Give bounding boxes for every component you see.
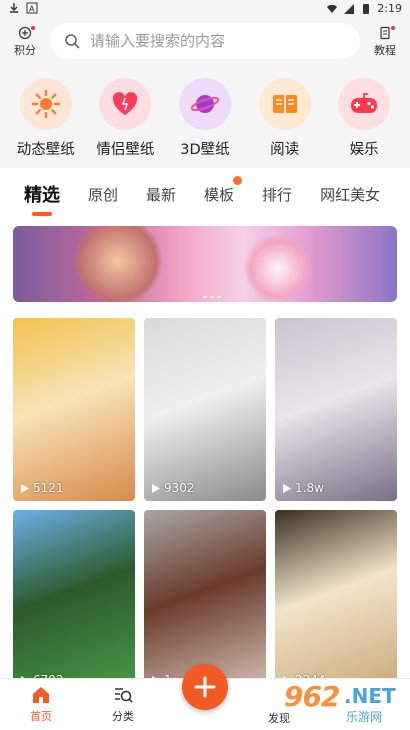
tab-original[interactable]: 原创 [88, 184, 118, 205]
category-icon-bg [19, 78, 72, 130]
category-label: 娱乐 [349, 142, 379, 158]
view-count-label: 9302 [164, 481, 195, 495]
category-label: 3D壁纸 [180, 142, 230, 158]
points-icon [18, 26, 32, 40]
watermark-suffix: .NET [344, 684, 396, 708]
category-label: 动态壁纸 [16, 142, 75, 158]
notification-dot [391, 26, 395, 30]
nav-home-label: 首页 [30, 710, 52, 723]
status-bar: A 2:19 [0, 0, 410, 18]
wallpaper-card[interactable]: 1.8w [275, 318, 397, 501]
watermark-number: 962 [284, 680, 340, 713]
notification-dot [31, 26, 35, 30]
book-icon [272, 95, 297, 113]
add-button[interactable] [182, 664, 228, 710]
watermark-sub: 乐游网 [346, 710, 383, 724]
wifi-icon [327, 4, 338, 13]
a-icon: A [26, 2, 38, 14]
hot-badge [233, 175, 243, 185]
points-button[interactable]: 积分 [10, 26, 40, 58]
tutorial-button[interactable]: 教程 [370, 26, 400, 58]
wallpaper-card[interactable]: 5121 [13, 318, 135, 501]
header: 积分 教程 [0, 18, 410, 68]
nav-home[interactable]: 首页 [21, 685, 61, 724]
tutorial-label: 教程 [374, 44, 396, 57]
category-live-wallpaper[interactable]: 动态壁纸 [10, 78, 82, 168]
category-icon-bg [178, 78, 231, 130]
search-bar[interactable] [50, 23, 360, 59]
play-icon [21, 483, 29, 493]
view-count: 1.8w [283, 481, 324, 495]
category-icon-bg [258, 78, 311, 130]
category-search-icon [115, 688, 133, 703]
category-3d-wallpaper[interactable]: 3D壁纸 [169, 78, 241, 168]
category-entertainment[interactable]: 娱乐 [328, 78, 400, 168]
app-screen: A 2:19 积分 教程 动态壁纸 [0, 0, 410, 730]
battery-icon [363, 3, 370, 14]
play-icon [152, 483, 160, 493]
tab-template[interactable]: 模板 [204, 175, 243, 205]
nav-category-label: 分类 [112, 710, 134, 723]
planet-icon [190, 95, 220, 113]
view-count: 5121 [21, 481, 64, 495]
featured-banner[interactable] [13, 226, 397, 302]
nav-category[interactable]: 分类 [103, 685, 143, 724]
banner-art [73, 226, 163, 302]
tab-ranking[interactable]: 排行 [262, 184, 292, 205]
wallpaper-card[interactable]: 6792 [13, 510, 135, 693]
home-icon [33, 687, 49, 703]
watermark-logo: 发现 962 .NET 乐游网 [268, 680, 404, 726]
signal-icon [344, 3, 355, 14]
category-label: 阅读 [270, 142, 300, 158]
gamepad-icon [351, 93, 378, 113]
category-reading[interactable]: 阅读 [249, 78, 321, 168]
status-time: 2:19 [377, 2, 402, 15]
view-count: 9302 [152, 481, 195, 495]
banner-indicator [203, 296, 221, 298]
wallpaper-card[interactable]: 2344 [275, 510, 397, 693]
tab-latest[interactable]: 最新 [146, 184, 176, 205]
heart-icon [113, 92, 138, 115]
download-icon [10, 3, 18, 13]
tab-template-label: 模板 [204, 185, 235, 204]
tab-influencer[interactable]: 网红美女 [320, 184, 380, 205]
category-label: 情侣壁纸 [96, 142, 155, 158]
search-icon [65, 34, 80, 49]
tab-featured[interactable]: 精选 [24, 181, 60, 216]
view-count-label: 1.8w [295, 481, 324, 495]
document-icon [380, 26, 390, 40]
sun-icon [31, 89, 60, 119]
banner-art [243, 234, 313, 302]
category-icon-bg [338, 78, 391, 130]
plus-icon [194, 676, 216, 698]
view-count-label: 5121 [33, 481, 64, 495]
svg-text:A: A [29, 5, 35, 14]
search-input[interactable] [90, 32, 340, 50]
category-icon-bg [99, 78, 152, 130]
tab-bar: 精选 原创 最新 模板 排行 网红美女 [0, 168, 410, 220]
category-couple-wallpaper[interactable]: 情侣壁纸 [89, 78, 161, 168]
category-row: 动态壁纸 情侣壁纸 3D壁纸 阅读 娱乐 [0, 68, 410, 168]
wallpaper-card[interactable]: 9302 [144, 318, 266, 501]
play-icon [283, 483, 291, 493]
points-label: 积分 [14, 44, 36, 57]
